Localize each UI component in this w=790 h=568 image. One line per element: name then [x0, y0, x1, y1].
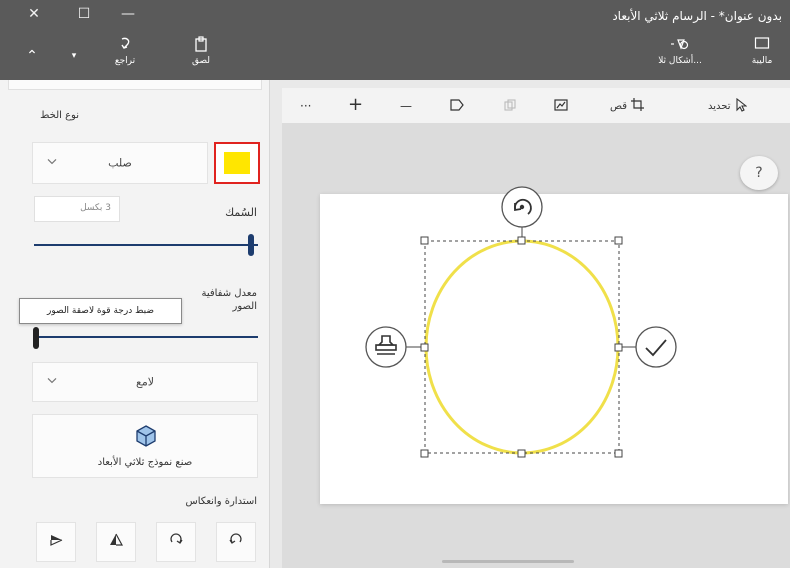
resize-handle-right[interactable]: [614, 343, 623, 352]
yellow-circle-shape[interactable]: [424, 239, 620, 455]
confirm-button[interactable]: [635, 326, 677, 368]
rotate-handle[interactable]: [501, 186, 543, 228]
resize-handle-bottom[interactable]: [517, 449, 526, 458]
resize-handle-bottom-left[interactable]: [420, 449, 429, 458]
selection-overlay: [365, 186, 677, 458]
resize-handle-bottom-right[interactable]: [614, 449, 623, 458]
resize-handle-top[interactable]: [517, 236, 526, 245]
horizontal-scrollbar[interactable]: [442, 560, 574, 563]
resize-handle-top-right[interactable]: [614, 236, 623, 245]
stamp-button[interactable]: [365, 326, 407, 368]
resize-handle-left[interactable]: [420, 343, 429, 352]
resize-handle-top-left[interactable]: [420, 236, 429, 245]
